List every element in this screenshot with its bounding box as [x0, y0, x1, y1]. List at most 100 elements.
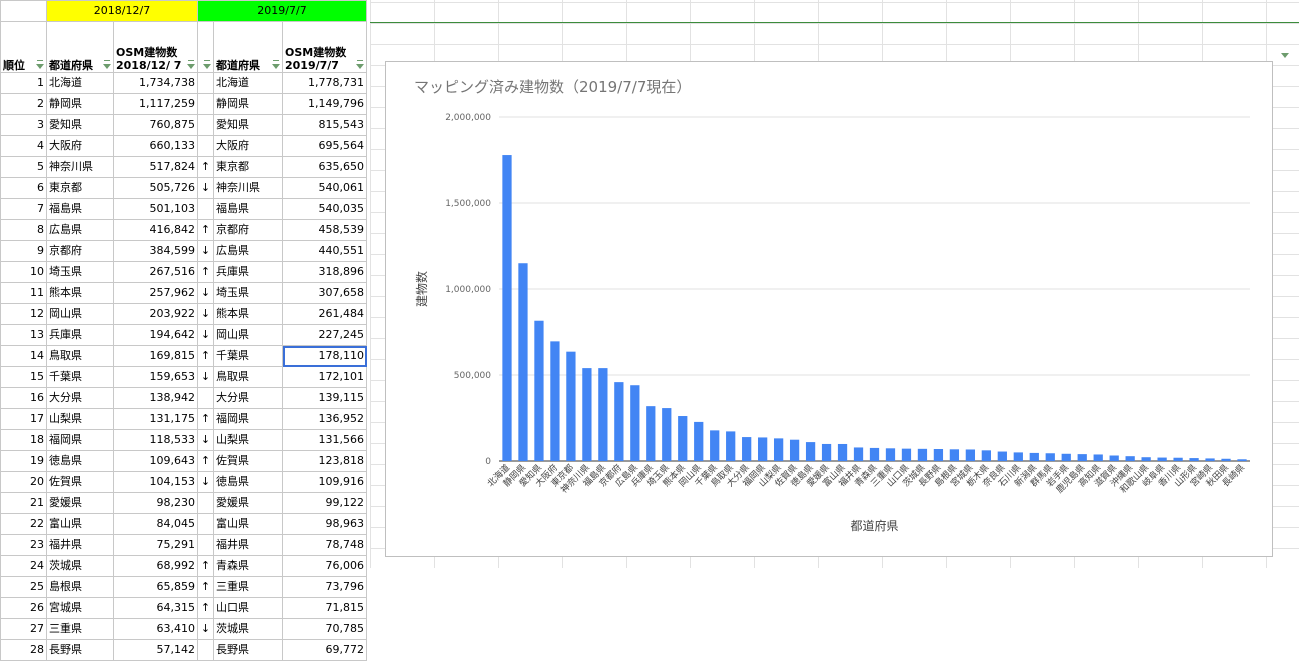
prefecture-cell-2019[interactable]: 北海道 [213, 72, 283, 94]
prefecture-cell-2018[interactable]: 愛媛県 [46, 492, 114, 514]
rank-change-arrow[interactable] [197, 513, 214, 535]
count-cell-2018[interactable]: 75,291 [113, 534, 198, 556]
prefecture-cell-2018[interactable]: 鳥取県 [46, 345, 114, 367]
filter-icon[interactable] [1281, 53, 1289, 58]
rank-cell[interactable]: 5 [0, 156, 47, 178]
count-cell-2018[interactable]: 517,824 [113, 156, 198, 178]
date-header-left[interactable]: 2018/12/7 [46, 0, 198, 22]
rank-cell[interactable]: 10 [0, 261, 47, 283]
rank-cell[interactable]: 11 [0, 282, 47, 304]
rank-change-arrow[interactable] [197, 135, 214, 157]
count-cell-2019[interactable]: 540,061 [282, 177, 367, 199]
rank-change-arrow[interactable]: ↑ [197, 345, 214, 367]
prefecture-cell-2019[interactable]: 福井県 [213, 534, 283, 556]
rank-change-arrow[interactable] [197, 639, 214, 661]
rank-change-arrow[interactable]: ↓ [197, 282, 214, 304]
date-header-right[interactable]: 2019/7/7 [197, 0, 367, 22]
count-cell-2018[interactable]: 84,045 [113, 513, 198, 535]
filter-icon[interactable] [272, 60, 280, 69]
rank-change-arrow[interactable]: ↓ [197, 429, 214, 451]
arrow-header[interactable] [197, 21, 214, 73]
prefecture-cell-2018[interactable]: 広島県 [46, 219, 114, 241]
rank-change-arrow[interactable] [197, 114, 214, 136]
rank-cell[interactable]: 28 [0, 639, 47, 661]
rank-change-arrow[interactable]: ↑ [197, 555, 214, 577]
count-cell-2018[interactable]: 1,117,259 [113, 93, 198, 115]
rank-change-arrow[interactable]: ↑ [197, 450, 214, 472]
prefecture-cell-2019[interactable]: 東京都 [213, 156, 283, 178]
rank-cell[interactable]: 20 [0, 471, 47, 493]
rank-change-arrow[interactable] [197, 72, 214, 94]
prefecture-cell-2018[interactable]: 兵庫県 [46, 324, 114, 346]
rank-cell[interactable]: 23 [0, 534, 47, 556]
count-cell-2019[interactable]: 99,122 [282, 492, 367, 514]
count-cell-2018[interactable]: 257,962 [113, 282, 198, 304]
prefecture-cell-2019[interactable]: 福岡県 [213, 408, 283, 430]
prefecture-cell-2019[interactable]: 青森県 [213, 555, 283, 577]
rank-change-arrow[interactable] [197, 387, 214, 409]
prefecture-cell-2019[interactable]: 埼玉県 [213, 282, 283, 304]
count-cell-2018[interactable]: 267,516 [113, 261, 198, 283]
rank-cell[interactable]: 13 [0, 324, 47, 346]
count-cell-2018[interactable]: 660,133 [113, 135, 198, 157]
prefecture-cell-2019[interactable]: 鳥取県 [213, 366, 283, 388]
count-cell-2018[interactable]: 159,653 [113, 366, 198, 388]
count-cell-2019[interactable]: 78,748 [282, 534, 367, 556]
prefecture-cell-2018[interactable]: 大分県 [46, 387, 114, 409]
filter-icon[interactable] [187, 60, 195, 69]
prefecture-cell-2018[interactable]: 富山県 [46, 513, 114, 535]
prefecture-cell-2019[interactable]: 愛媛県 [213, 492, 283, 514]
rank-change-arrow[interactable] [197, 534, 214, 556]
count-cell-2018[interactable]: 501,103 [113, 198, 198, 220]
count-cell-2018[interactable]: 98,230 [113, 492, 198, 514]
count-cell-2019[interactable]: 1,149,796 [282, 93, 367, 115]
prefecture-cell-2018[interactable]: 島根県 [46, 576, 114, 598]
prefecture-cell-2018[interactable]: 福井県 [46, 534, 114, 556]
prefecture-cell-2018[interactable]: 静岡県 [46, 93, 114, 115]
rank-cell[interactable]: 15 [0, 366, 47, 388]
prefecture-cell-2018[interactable]: 長野県 [46, 639, 114, 661]
prefecture-cell-2018[interactable]: 山梨県 [46, 408, 114, 430]
count-cell-2018[interactable]: 109,643 [113, 450, 198, 472]
pref-right-header[interactable]: 都道府県 [213, 21, 283, 73]
count-cell-2018[interactable]: 505,726 [113, 177, 198, 199]
prefecture-cell-2019[interactable]: 静岡県 [213, 93, 283, 115]
prefecture-cell-2019[interactable]: 福島県 [213, 198, 283, 220]
rank-change-arrow[interactable]: ↓ [197, 303, 214, 325]
count-cell-2019[interactable]: 178,110 [282, 345, 367, 367]
count-cell-2019[interactable]: 695,564 [282, 135, 367, 157]
prefecture-cell-2018[interactable]: 三重県 [46, 618, 114, 640]
prefecture-cell-2019[interactable]: 愛知県 [213, 114, 283, 136]
prefecture-cell-2018[interactable]: 佐賀県 [46, 471, 114, 493]
count-cell-2019[interactable]: 307,658 [282, 282, 367, 304]
rank-change-arrow[interactable]: ↓ [197, 366, 214, 388]
prefecture-cell-2019[interactable]: 徳島県 [213, 471, 283, 493]
count-cell-2018[interactable]: 118,533 [113, 429, 198, 451]
rank-change-arrow[interactable] [197, 198, 214, 220]
prefecture-cell-2018[interactable]: 福島県 [46, 198, 114, 220]
rank-cell[interactable]: 26 [0, 597, 47, 619]
prefecture-cell-2018[interactable]: 茨城県 [46, 555, 114, 577]
count-cell-2019[interactable]: 458,539 [282, 219, 367, 241]
rank-change-arrow[interactable] [197, 492, 214, 514]
rank-cell[interactable]: 18 [0, 429, 47, 451]
osm-right-header[interactable]: OSM建物数 2019/7/7 [282, 21, 367, 73]
prefecture-cell-2018[interactable]: 京都府 [46, 240, 114, 262]
count-cell-2019[interactable]: 227,245 [282, 324, 367, 346]
count-cell-2019[interactable]: 109,916 [282, 471, 367, 493]
prefecture-cell-2019[interactable]: 千葉県 [213, 345, 283, 367]
rank-cell[interactable]: 9 [0, 240, 47, 262]
count-cell-2019[interactable]: 540,035 [282, 198, 367, 220]
prefecture-cell-2019[interactable]: 京都府 [213, 219, 283, 241]
filter-icon[interactable] [356, 60, 364, 69]
filter-icon[interactable] [203, 60, 211, 69]
prefecture-cell-2019[interactable]: 岡山県 [213, 324, 283, 346]
prefecture-cell-2018[interactable]: 千葉県 [46, 366, 114, 388]
rank-cell[interactable]: 24 [0, 555, 47, 577]
rank-change-arrow[interactable]: ↑ [197, 219, 214, 241]
count-cell-2018[interactable]: 138,942 [113, 387, 198, 409]
rank-change-arrow[interactable]: ↑ [197, 261, 214, 283]
rank-change-arrow[interactable]: ↓ [197, 177, 214, 199]
rank-cell[interactable]: 27 [0, 618, 47, 640]
count-cell-2019[interactable]: 136,952 [282, 408, 367, 430]
